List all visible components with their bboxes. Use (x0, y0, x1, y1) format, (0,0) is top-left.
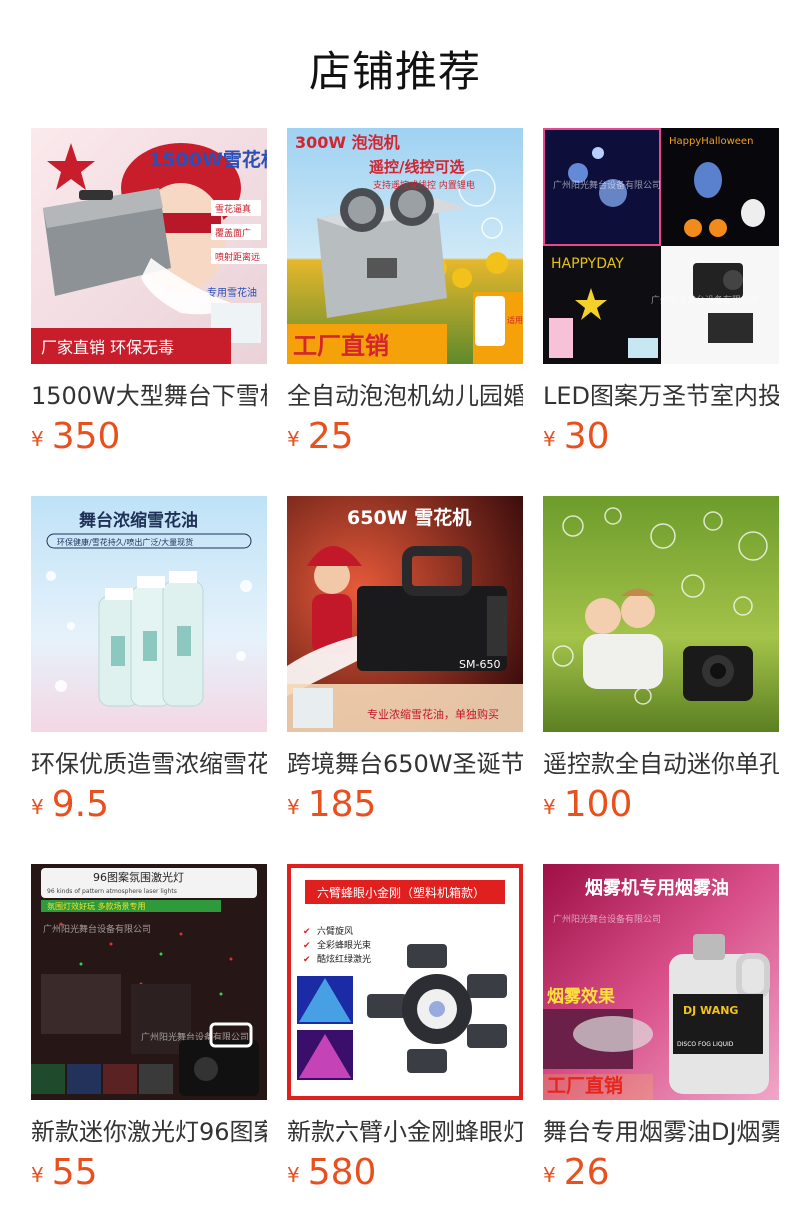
price-value: 9.5 (51, 784, 109, 825)
image-tag: 专用雪花油 (207, 286, 257, 299)
product-image[interactable]: 1500W雪花机 雪花逼真 覆盖面广 喷射距离远 专用雪花油 厂家直销 环保无毒 (31, 128, 267, 364)
currency-symbol: ¥ (287, 795, 300, 819)
image-headline: 1500W雪花机 (149, 148, 267, 171)
image-subtitle: 环保健康/雪花持久/喷出广泛/大量现货 (57, 537, 193, 547)
price-value: 185 (307, 784, 377, 825)
product-card[interactable]: 1500W雪花机 雪花逼真 覆盖面广 喷射距离远 专用雪花油 厂家直销 环保无毒… (31, 128, 267, 468)
product-name[interactable]: 跨境舞台650W圣诞节雪花机 (287, 744, 523, 779)
image-headline: 300W 泡泡机 (295, 133, 400, 152)
product-price: ¥9.5 (31, 784, 109, 825)
product-card[interactable]: 96图案氛围激光灯 96 kinds of pattern atmosphere… (31, 864, 267, 1204)
product-name[interactable]: 新款六臂小金刚蜂眼灯 (287, 1112, 523, 1147)
watermark-text: 广州阳光舞台设备有限公司 (553, 179, 661, 191)
image-subtitle: HAPPYDAY (551, 256, 624, 272)
price-value: 350 (51, 416, 121, 457)
image-label: DISCO FOG LIQUID (677, 1041, 734, 1048)
image-tag: 覆盖面广 (215, 227, 251, 239)
product-name[interactable]: 遥控款全自动迷你单孔泡泡机 (543, 744, 779, 779)
image-subtitle: 遥控/线控可选 (369, 158, 464, 176)
product-price: ¥185 (287, 784, 376, 825)
price-value: 55 (51, 1152, 98, 1193)
image-headline: 烟雾机专用烟雾油 (585, 877, 729, 899)
product-image[interactable]: 六臂蜂眼小金刚（塑料机箱款） ✔ 六臂旋风 ✔ 全彩蜂眼光束 ✔ 酷炫红绿激光 (287, 864, 523, 1100)
product-image[interactable]: 650W 雪花机 SM-650 专业浓缩雪花油，单独购买 (287, 496, 523, 732)
image-subtitle: 96 kinds of pattern atmosphere laser lig… (47, 888, 177, 895)
product-price: ¥100 (543, 784, 632, 825)
image-subtitle: 支持遥控或线控 内置锂电 (373, 179, 475, 191)
image-footer: 专业浓缩雪花油，单独购买 (367, 707, 499, 721)
currency-symbol: ¥ (287, 427, 300, 451)
image-model: SM-650 (459, 658, 500, 671)
check-icon: ✔ (303, 941, 311, 951)
check-icon: ✔ (303, 927, 311, 937)
image-tag: 喷射距离远 (215, 251, 260, 263)
check-icon: ✔ (303, 955, 311, 965)
product-image[interactable]: 烟雾机专用烟雾油 广州阳光舞台设备有限公司 烟雾效果 DJ WANG DISCO… (543, 864, 779, 1100)
page-title: 店铺推荐 (308, 47, 481, 96)
product-price: ¥580 (287, 1152, 376, 1193)
image-bullet: 全彩蜂眼光束 (317, 939, 371, 951)
currency-symbol: ¥ (543, 1163, 556, 1187)
price-value: 580 (307, 1152, 377, 1193)
image-footer: 工厂直销 (293, 332, 389, 360)
watermark-text: 广州阳光舞台设备有限公司 (43, 923, 151, 935)
image-subtitle: 氛围灯效好玩 多款场景专用 (47, 901, 146, 911)
currency-symbol: ¥ (287, 1163, 300, 1187)
product-card[interactable]: 300W 泡泡机 遥控/线控可选 支持遥控或线控 内置锂电 工厂直销 适用液体 … (287, 128, 523, 468)
image-brand: DJ WANG (683, 1004, 738, 1017)
product-name[interactable]: 1500W大型舞台下雪机喷雪机 (31, 376, 267, 411)
product-image[interactable]: 舞台浓缩雪花油 环保健康/雪花持久/喷出广泛/大量现货 (31, 496, 267, 732)
product-name[interactable]: 全自动泡泡机幼儿园婚庆 (287, 376, 523, 411)
product-card[interactable]: 遥控款全自动迷你单孔泡泡机 ¥100 (543, 496, 779, 836)
product-card[interactable]: HappyHalloween HAPPYDAY 广州阳光舞台设备有限公司 广州阳… (543, 128, 779, 468)
image-side-label: 适用液体 (507, 315, 523, 325)
image-headline: 650W 雪花机 (347, 506, 471, 529)
image-bullet: 酷炫红绿激光 (317, 953, 371, 965)
product-price: ¥26 (543, 1152, 610, 1193)
image-bullet: 六臂旋风 (317, 925, 353, 937)
currency-symbol: ¥ (543, 427, 556, 451)
watermark-text: 广州阳光舞台设备有限公司 (553, 913, 661, 925)
product-price: ¥55 (31, 1152, 98, 1193)
image-footer: 厂家直销 环保无毒 (41, 338, 174, 357)
currency-symbol: ¥ (31, 1163, 44, 1187)
product-name[interactable]: 环保优质造雪浓缩雪花油 (31, 744, 267, 779)
price-value: 26 (563, 1152, 610, 1193)
product-card[interactable]: 烟雾机专用烟雾油 广州阳光舞台设备有限公司 烟雾效果 DJ WANG DISCO… (543, 864, 779, 1204)
product-image[interactable] (543, 496, 779, 732)
currency-symbol: ¥ (543, 795, 556, 819)
product-image[interactable]: HappyHalloween HAPPYDAY 广州阳光舞台设备有限公司 广州阳… (543, 128, 779, 364)
price-value: 30 (563, 416, 610, 457)
product-card[interactable]: 六臂蜂眼小金刚（塑料机箱款） ✔ 六臂旋风 ✔ 全彩蜂眼光束 ✔ 酷炫红绿激光 (287, 864, 523, 1204)
image-headline: 六臂蜂眼小金刚（塑料机箱款） (317, 885, 485, 900)
product-price: ¥30 (543, 416, 610, 457)
product-card[interactable]: 650W 雪花机 SM-650 专业浓缩雪花油，单独购买 跨境舞台650W圣诞节… (287, 496, 523, 836)
product-name[interactable]: 新款迷你激光灯96图案 (31, 1112, 267, 1147)
product-image[interactable]: 300W 泡泡机 遥控/线控可选 支持遥控或线控 内置锂电 工厂直销 适用液体 (287, 128, 523, 364)
watermark-text: 广州阳光舞台设备有限公司 (651, 294, 759, 306)
image-headline: 舞台浓缩雪花油 (79, 510, 198, 531)
product-price: ¥25 (287, 416, 354, 457)
image-effect-label: 烟雾效果 (547, 986, 615, 1007)
image-headline: HappyHalloween (669, 136, 753, 147)
product-card[interactable]: 舞台浓缩雪花油 环保健康/雪花持久/喷出广泛/大量现货 环保优质造雪浓缩雪花油 … (31, 496, 267, 836)
product-name[interactable]: LED图案万圣节室内投影灯 (543, 376, 779, 411)
image-tag: 雪花逼真 (215, 203, 251, 215)
price-value: 100 (563, 784, 633, 825)
image-headline: 96图案氛围激光灯 (93, 870, 184, 884)
image-footer: 工厂直销 (547, 1074, 623, 1097)
currency-symbol: ¥ (31, 795, 44, 819)
product-name[interactable]: 舞台专用烟雾油DJ烟雾机油 (543, 1112, 779, 1147)
product-price: ¥350 (31, 416, 120, 457)
currency-symbol: ¥ (31, 427, 44, 451)
price-value: 25 (307, 416, 354, 457)
product-image[interactable]: 96图案氛围激光灯 96 kinds of pattern atmosphere… (31, 864, 267, 1100)
